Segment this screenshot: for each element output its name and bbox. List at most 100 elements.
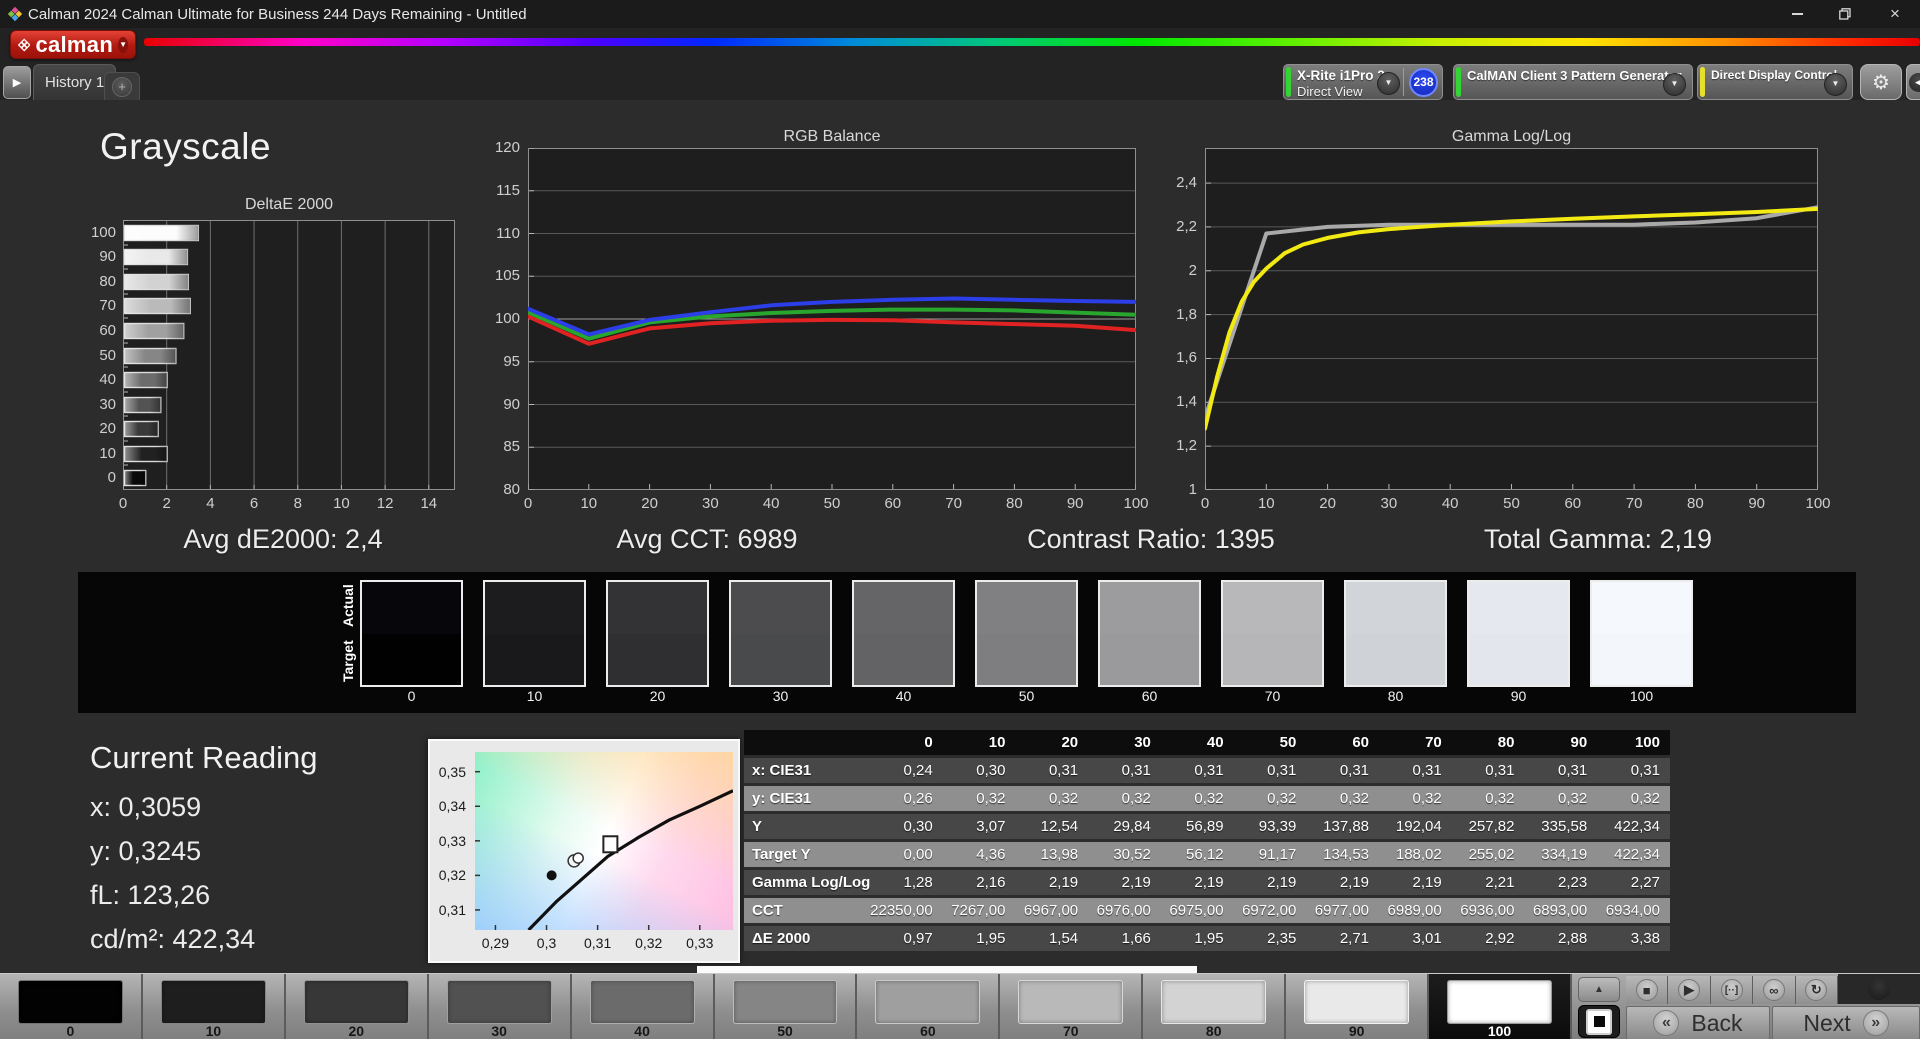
chart-title: Gamma Log/Log	[1451, 128, 1572, 145]
pattern-buttons: 0 10 20 30 40 50 60 70 80 90 100	[0, 974, 1572, 1039]
expand-patterns-button[interactable]: ▲	[1578, 977, 1620, 1002]
target-point	[602, 835, 619, 854]
rgb-x-tick: 80	[1006, 495, 1023, 512]
gamma-plot	[1205, 148, 1818, 490]
table-cell: 422,34	[1597, 814, 1670, 839]
table-cell: 6934,00	[1597, 898, 1670, 923]
pattern-button-0[interactable]: 0	[0, 974, 143, 1039]
close-button[interactable]: ×	[1872, 0, 1918, 28]
pattern-button-20[interactable]: 20	[285, 974, 429, 1039]
gamma-x-tick: 90	[1748, 495, 1766, 512]
table-cell: 56,12	[1160, 842, 1234, 867]
table-cell: 0,31	[1524, 758, 1598, 783]
table-cell: 0,32	[1233, 786, 1307, 811]
gear-icon: ⚙	[1872, 71, 1890, 94]
table-column-header: 40	[1160, 730, 1234, 755]
gamma-y-tick: 2,4	[1176, 174, 1197, 192]
pattern-button-10[interactable]: 10	[142, 974, 286, 1039]
pattern-button-30[interactable]: 30	[428, 974, 572, 1039]
pattern-button-70[interactable]: 70	[1000, 974, 1144, 1039]
stop-button[interactable]: ■	[1626, 976, 1669, 1004]
pattern-button-50[interactable]: 50	[714, 974, 858, 1039]
table-cell: 2,23	[1524, 870, 1598, 895]
table-cell: 0,31	[1233, 758, 1307, 783]
cie-x-axis: 0,29 0,3 0,31 0,32 0,33	[430, 935, 742, 957]
pattern-button-80[interactable]: 80	[1143, 974, 1287, 1039]
deltae-y-tick: 90	[99, 248, 116, 265]
continuous-button[interactable]: ∞	[1753, 976, 1796, 1004]
app-icon	[7, 6, 23, 22]
deltae-y-tick: 30	[99, 396, 116, 413]
current-reading-x: x: 0,3059	[90, 792, 202, 822]
table-cell: 137,88	[1306, 814, 1380, 839]
table-cell: 30,52	[1088, 842, 1161, 867]
chevron-down-icon: ▼	[1377, 72, 1400, 95]
cie-y-tick: 0,33	[438, 832, 466, 849]
collapse-toolbar-button[interactable]: ◀	[1906, 64, 1920, 100]
deltae-y-tick: 40	[99, 371, 116, 388]
meter-dropdown[interactable]: X-Rite i1Pro 2 Direct View ▼ 238	[1283, 64, 1443, 100]
next-button[interactable]: Next »	[1772, 1006, 1920, 1039]
table-cell: 2,27	[1597, 870, 1670, 895]
table-cell: 188,02	[1379, 842, 1452, 867]
grayscale-swatch-10	[483, 580, 586, 687]
table-cell: 0,32	[1015, 786, 1089, 811]
gamma-x-tick: 100	[1805, 495, 1831, 512]
calman-logo-button[interactable]: calman ▼	[10, 30, 136, 59]
table-row: ΔE 2000 0,97 1,95 1,54 1,66 1,95 2,35 2,71 3,01 2…	[744, 926, 1670, 951]
pattern-generator-dropdown[interactable]: CalMAN Client 3 Pattern Generator ▼	[1453, 64, 1693, 100]
table-cell: 2,16	[942, 870, 1016, 895]
continuous-icon: ∞	[1762, 979, 1785, 1001]
display-control-dropdown[interactable]: Direct Display Control ▼	[1697, 64, 1853, 100]
table-row-label: ΔE 2000	[744, 926, 870, 951]
gamma-y-tick: 1,6	[1176, 349, 1197, 367]
table-row: Gamma Log/Log 1,28 2,16 2,19 2,19 2,19 2,19 2,1…	[744, 870, 1670, 895]
swatch-level-label: 20	[649, 688, 666, 704]
current-reading-fl: fL: 123,26	[90, 880, 211, 910]
stat-total-gamma: Total Gamma: 2,19	[1483, 524, 1713, 554]
chevron-double-left-icon: «	[1653, 1010, 1680, 1036]
deltae-y-tick: 0	[107, 469, 116, 486]
table-cell: 13,98	[1015, 842, 1089, 867]
chevron-left-icon: ◀	[1909, 72, 1920, 92]
settings-button[interactable]: ⚙	[1860, 64, 1902, 100]
refresh-button[interactable]: ↻	[1795, 976, 1839, 1004]
current-reading-y: y: 0,3245	[90, 836, 202, 866]
pattern-button-40[interactable]: 40	[571, 974, 715, 1039]
back-button[interactable]: « Back	[1626, 1006, 1770, 1039]
back-label: Back	[1691, 1009, 1743, 1036]
pattern-toolbar: 0 10 20 30 40 50 60 70 80 90 100 ▲ ■ ▶ [··] ∞ ↻ « Back…	[0, 973, 1920, 1039]
table-cell: 2,19	[1015, 870, 1089, 895]
tab-scroll-button[interactable]: ▶	[3, 66, 31, 99]
table-cell: 1,54	[1015, 926, 1089, 951]
deltae-x-tick: 8	[293, 495, 302, 512]
table-cell: 6976,00	[1088, 898, 1161, 923]
pattern-window-button[interactable]	[1578, 1005, 1620, 1038]
pattern-button-60[interactable]: 60	[857, 974, 1001, 1039]
deltae-x-tick: 2	[162, 495, 171, 512]
tab-add-button[interactable]: +	[104, 72, 140, 100]
minimize-button[interactable]	[1774, 0, 1820, 28]
table-cell: 2,71	[1306, 926, 1380, 951]
table-cell: 6989,00	[1379, 898, 1452, 923]
table-cell: 2,88	[1524, 926, 1598, 951]
table-cell: 1,95	[942, 926, 1016, 951]
table-cell: 0,32	[1597, 786, 1670, 811]
play-button[interactable]: ▶	[1668, 976, 1711, 1004]
rgb-x-tick: 20	[641, 495, 658, 512]
table-cell: 6967,00	[1015, 898, 1089, 923]
grayscale-swatch-80	[1344, 580, 1447, 687]
meter-count-badge[interactable]: 238	[1409, 68, 1438, 97]
restore-icon	[1839, 8, 1851, 20]
table-cell: 0,31	[1088, 758, 1161, 783]
interval-button[interactable]: [··]	[1710, 976, 1754, 1004]
chart-title: DeltaE 2000	[244, 196, 334, 213]
reference-point	[546, 870, 557, 881]
cie-x-tick: 0,31	[583, 935, 612, 951]
grayscale-measurement-table: 0 10 20 30 40 50 60 70 80 90 100 x: CIE31 0,24 0,30 0,…	[744, 727, 1674, 954]
pattern-button-100[interactable]: 100	[1429, 974, 1572, 1039]
swatch-level-label: 0	[407, 688, 416, 704]
pattern-button-90[interactable]: 90	[1286, 974, 1430, 1039]
restore-button[interactable]	[1822, 0, 1868, 28]
table-cell: 2,19	[1379, 870, 1452, 895]
